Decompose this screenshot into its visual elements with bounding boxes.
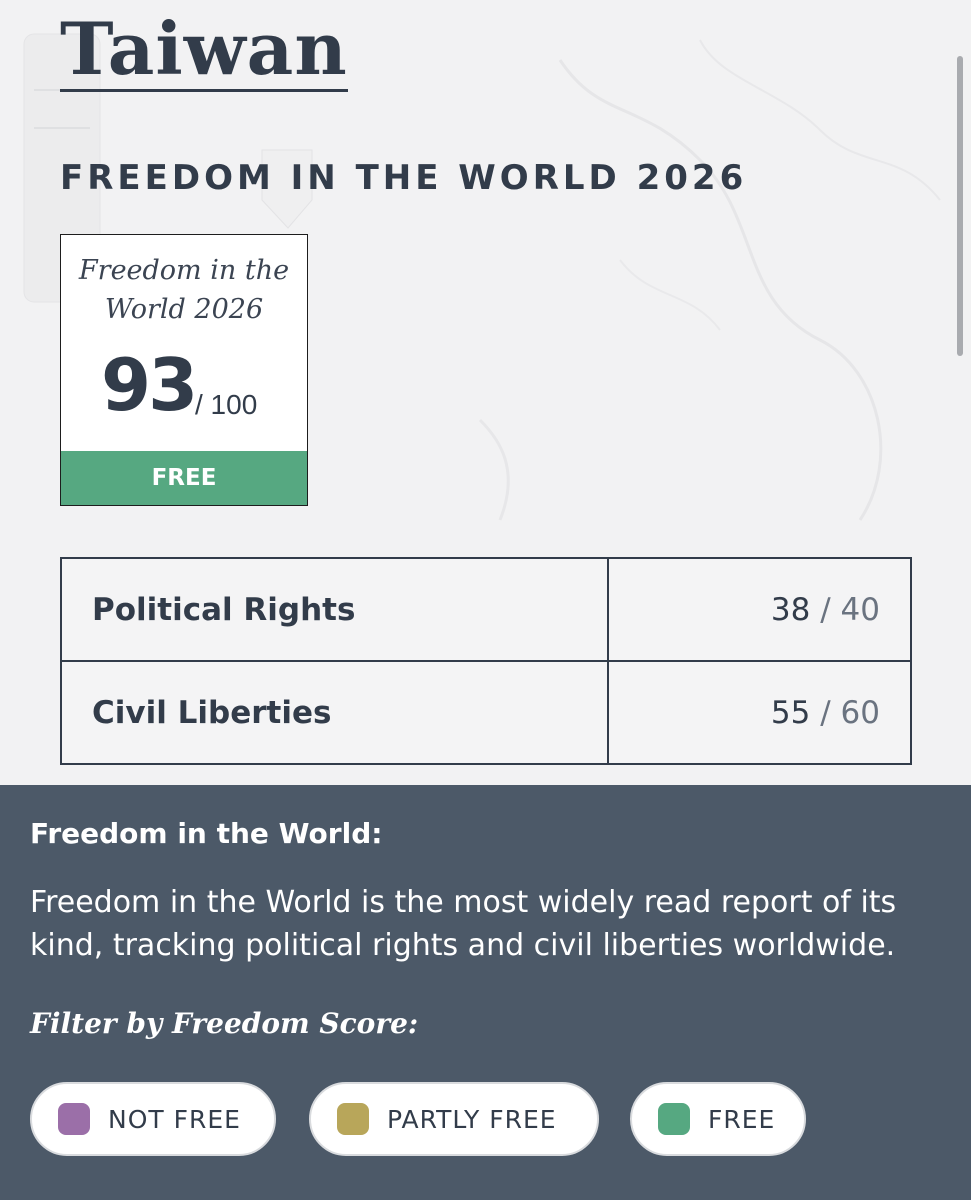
filter-free-button[interactable]: FREE (630, 1082, 806, 1156)
total-score-max: / 100 (195, 389, 258, 420)
table-row: Civil Liberties 55 / 60 (60, 660, 912, 765)
score-card-title: Freedom in the World 2026 (78, 255, 290, 325)
filter-partly-free-button[interactable]: PARTLY FREE (309, 1082, 599, 1156)
score-separator: / (820, 694, 831, 731)
status-badge: FREE (61, 451, 307, 505)
country-title: Taiwan (60, 4, 348, 94)
free-swatch-icon (658, 1103, 690, 1135)
info-description: Freedom in the World is the most widely … (30, 885, 897, 963)
score-card: Freedom in the World 2026 93 / 100 FREE (60, 234, 308, 506)
scores-table: Political Rights 38 / 40 Civil Liberties… (60, 557, 912, 765)
score-separator: / (820, 591, 831, 628)
category-score: 55 / 60 (607, 660, 912, 765)
filter-label: Filter by Freedom Score: (30, 1007, 419, 1040)
filter-button-label: NOT FREE (108, 1104, 241, 1134)
filter-not-free-button[interactable]: NOT FREE (30, 1082, 276, 1156)
partly-free-swatch-icon (337, 1103, 369, 1135)
category-score: 38 / 40 (607, 557, 912, 662)
not-free-swatch-icon (58, 1103, 90, 1135)
score-max: 40 (840, 591, 880, 628)
score-max: 60 (840, 694, 880, 731)
total-score: 93 (101, 343, 198, 427)
category-label: Political Rights (60, 557, 609, 662)
scrollbar[interactable] (957, 56, 963, 356)
score-value: 55 (770, 694, 811, 731)
score-value: 38 (770, 591, 811, 628)
filter-button-label: PARTLY FREE (387, 1104, 557, 1134)
info-panel: Freedom in the World: Freedom in the Wor… (0, 785, 971, 1200)
info-heading: Freedom in the World: (30, 817, 383, 850)
table-row: Political Rights 38 / 40 (60, 557, 912, 662)
report-heading: FREEDOM IN THE WORLD 2026 (60, 158, 748, 198)
filter-button-label: FREE (708, 1104, 776, 1134)
category-label: Civil Liberties (60, 660, 609, 765)
